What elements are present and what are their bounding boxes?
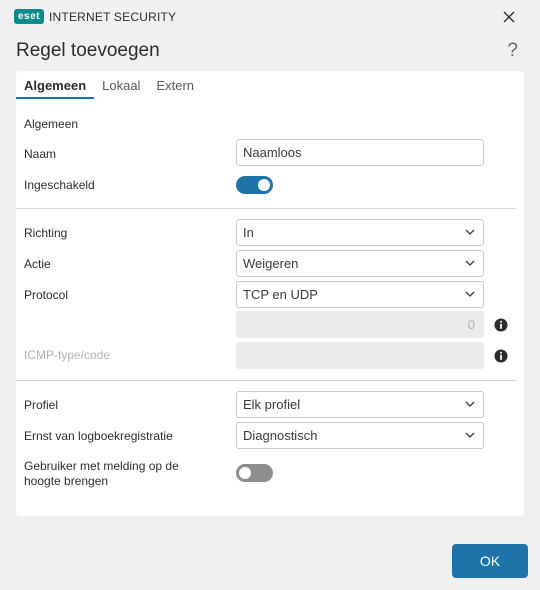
help-button[interactable]: ? xyxy=(507,40,518,62)
protocol-label: Protocol xyxy=(24,288,69,302)
product-name: INTERNET SECURITY xyxy=(49,9,177,24)
enabled-toggle[interactable] xyxy=(236,176,273,194)
toggle-knob xyxy=(258,179,270,191)
action-select[interactable]: Weigeren xyxy=(236,250,484,277)
dialog-title: Regel toevoegen xyxy=(16,40,160,61)
profile-select[interactable]: Elk profiel xyxy=(236,391,484,418)
toggle-knob xyxy=(239,467,251,479)
action-value: Weigeren xyxy=(243,256,299,271)
icmp-label: ICMP-type/code xyxy=(24,348,111,362)
name-label: Naam xyxy=(24,147,57,161)
direction-select[interactable]: In xyxy=(236,219,484,246)
chevron-down-icon xyxy=(465,229,475,235)
section-general-label: Algemeen xyxy=(24,117,79,131)
icmp-field xyxy=(236,342,484,369)
log-severity-label: Ernst van logboekregistratie xyxy=(24,429,173,443)
protocol-select[interactable]: TCP en UDP xyxy=(236,281,484,308)
profile-label: Profiel xyxy=(24,398,59,412)
info-icon[interactable] xyxy=(494,349,508,363)
divider xyxy=(16,380,516,381)
enabled-label: Ingeschakeld xyxy=(24,178,95,192)
title-bar: eset INTERNET SECURITY xyxy=(0,0,540,34)
profile-value: Elk profiel xyxy=(243,397,301,412)
info-icon[interactable] xyxy=(494,318,508,332)
divider xyxy=(16,208,516,209)
close-button[interactable] xyxy=(500,8,518,26)
tab-remote[interactable]: Extern xyxy=(148,71,202,99)
chevron-down-icon xyxy=(465,260,475,266)
ok-button[interactable]: OK xyxy=(452,544,528,578)
log-severity-select[interactable]: Diagnostisch xyxy=(236,422,484,449)
log-severity-value: Diagnostisch xyxy=(243,428,318,443)
protocol-value: TCP en UDP xyxy=(243,287,318,302)
tab-bar: Algemeen Lokaal Extern xyxy=(16,71,202,99)
notify-user-toggle[interactable] xyxy=(236,464,273,482)
eset-logo-mark: eset xyxy=(14,9,45,24)
notify-user-label: Gebruiker met melding op de hoogte breng… xyxy=(24,459,179,488)
app-logo: eset INTERNET SECURITY xyxy=(14,9,176,24)
close-icon xyxy=(503,11,515,23)
direction-value: In xyxy=(243,225,254,240)
chevron-down-icon xyxy=(465,401,475,407)
action-label: Actie xyxy=(24,257,51,271)
chevron-down-icon xyxy=(465,432,475,438)
direction-label: Richting xyxy=(24,226,68,240)
name-field[interactable]: Naamloos xyxy=(236,139,484,166)
protocol-number-field: 0 xyxy=(236,311,484,338)
tab-general[interactable]: Algemeen xyxy=(16,71,95,99)
chevron-down-icon xyxy=(465,291,475,297)
tab-local[interactable]: Lokaal xyxy=(94,71,148,99)
rule-panel: Algemeen Lokaal Extern Algemeen Naam Naa… xyxy=(16,71,524,516)
